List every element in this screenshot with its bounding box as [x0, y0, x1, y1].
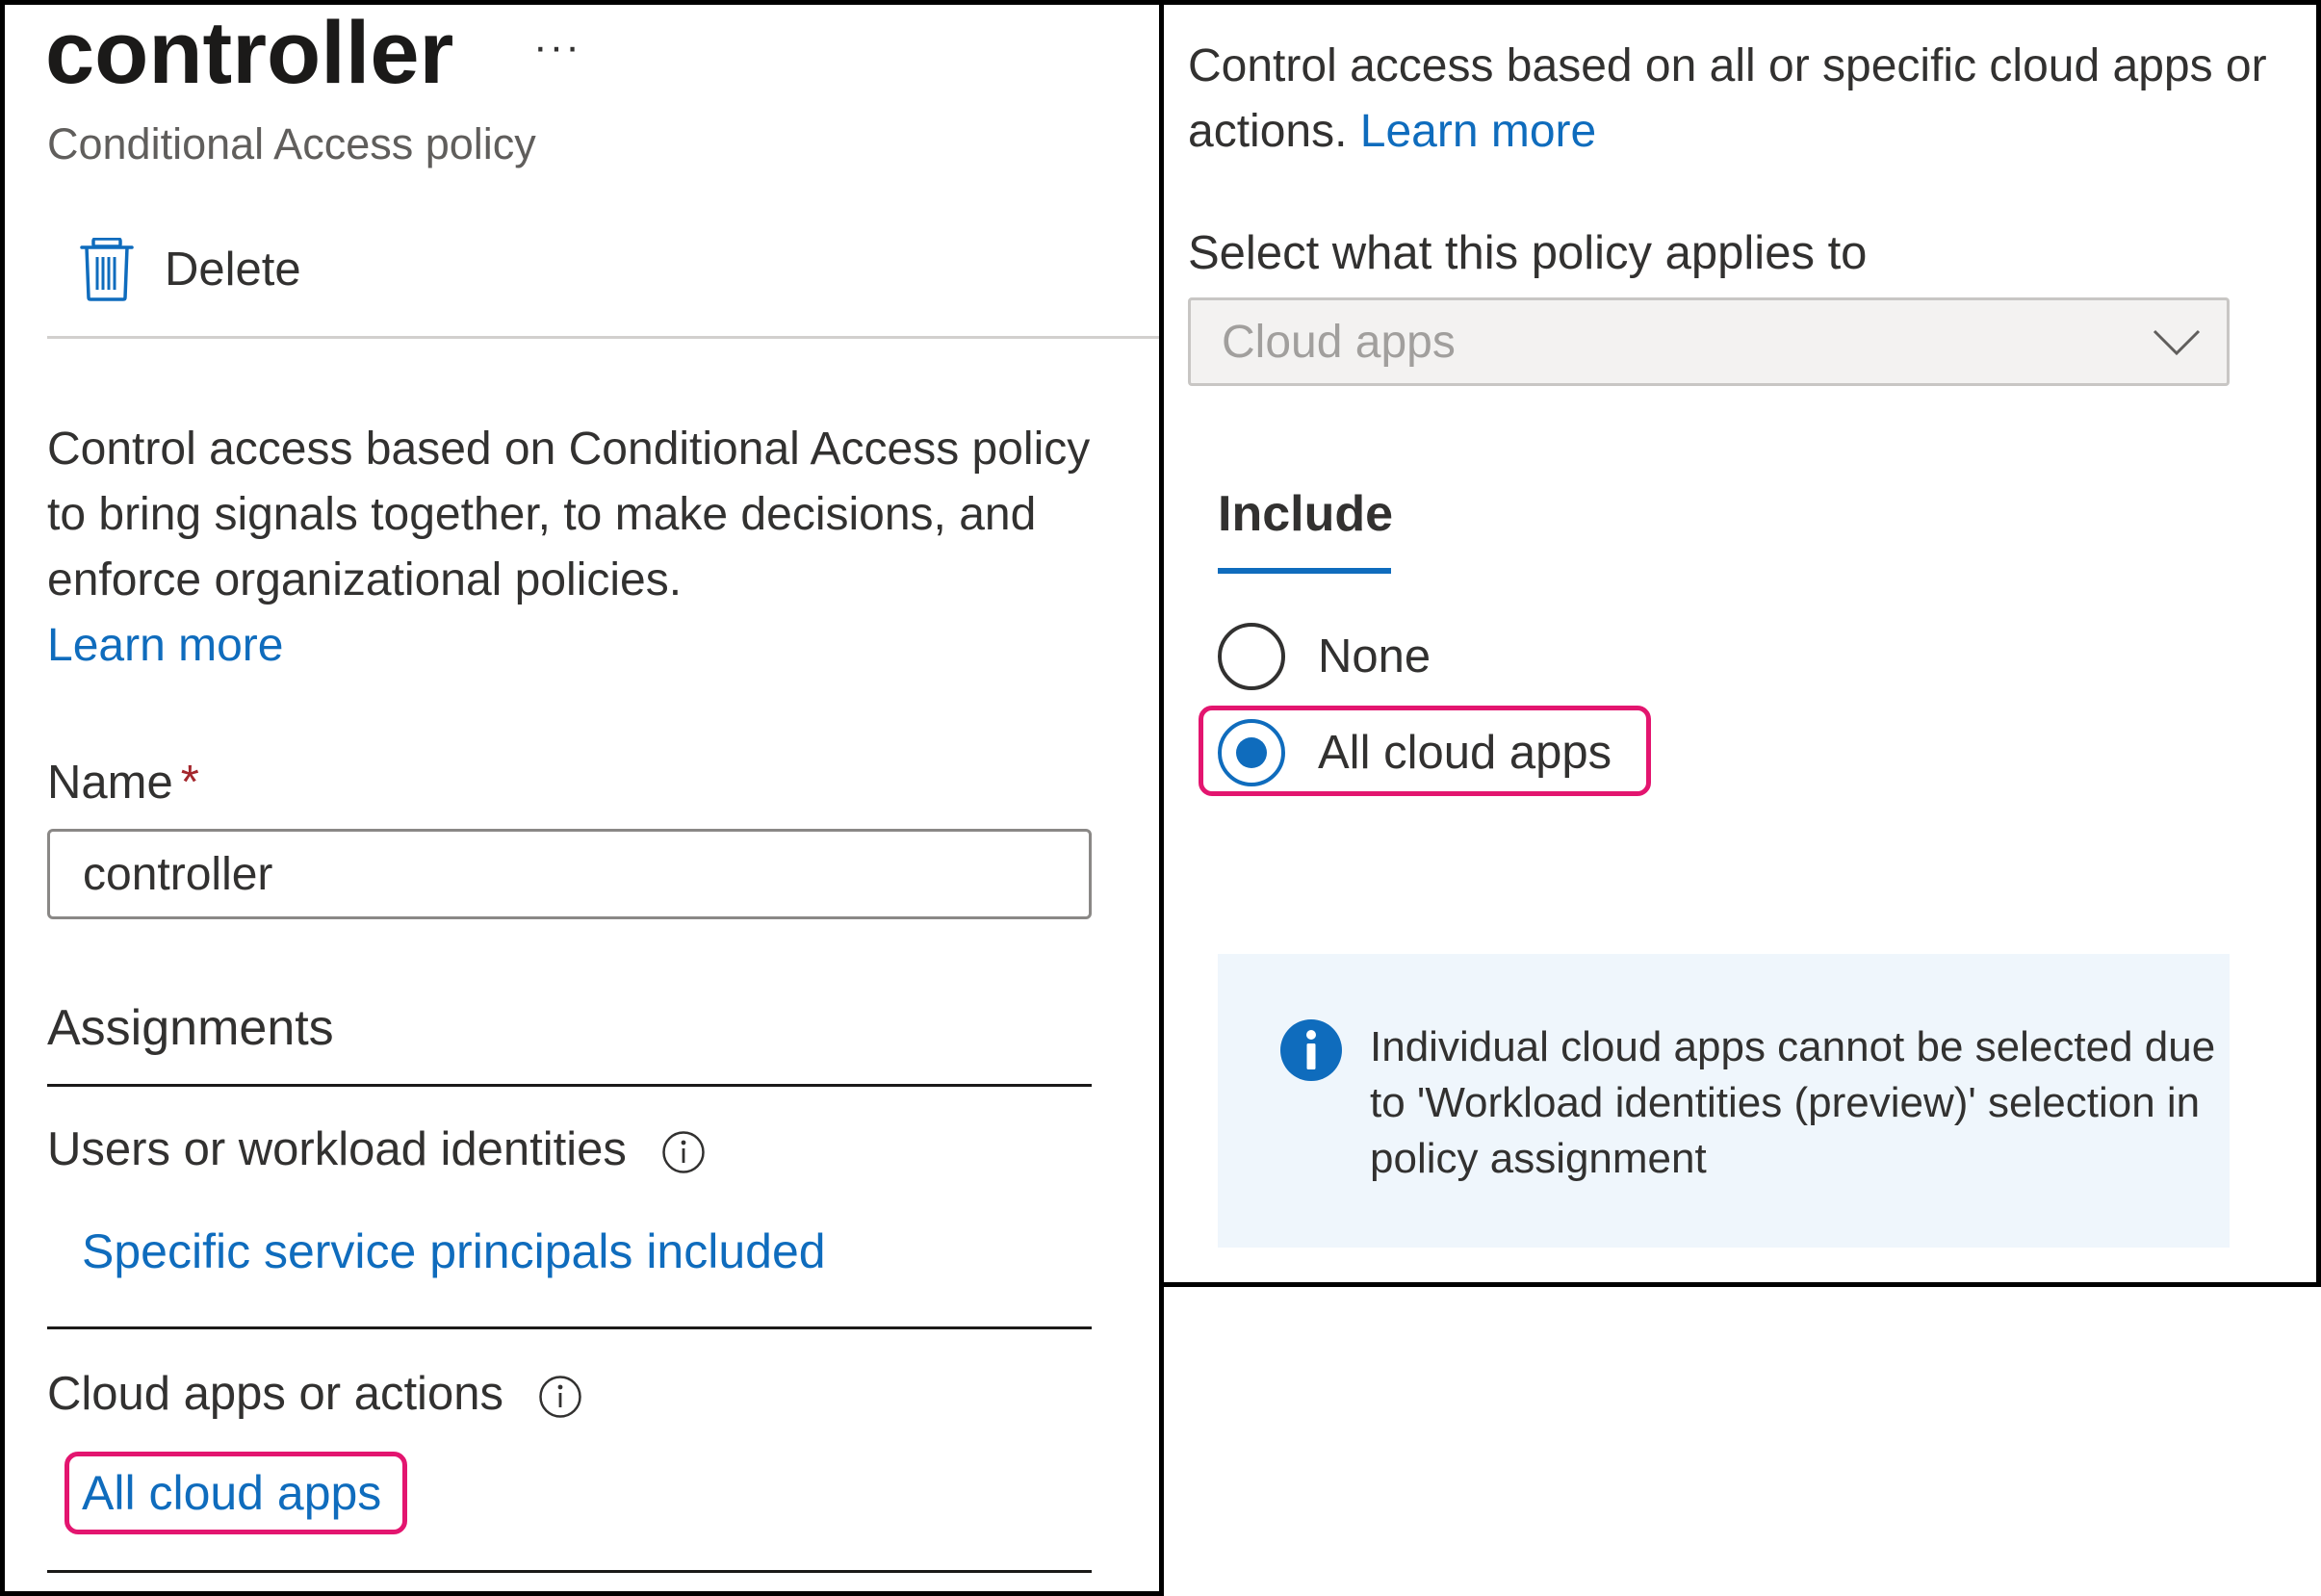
section-divider — [47, 1326, 1092, 1329]
info-icon — [1280, 1019, 1342, 1081]
learn-more-link[interactable]: Learn more — [1360, 106, 1596, 157]
radio-label: All cloud apps — [1318, 727, 1612, 779]
assignments-heading: Assignments — [47, 1000, 334, 1056]
cloud-apps-assignment-link[interactable]: All cloud apps — [82, 1461, 381, 1525]
radio-button-selected[interactable] — [1218, 719, 1285, 786]
section-divider — [47, 1084, 1092, 1087]
radio-button[interactable] — [1218, 623, 1285, 690]
radio-dot — [1236, 737, 1267, 768]
name-input[interactable] — [47, 829, 1092, 919]
info-outline-icon[interactable] — [538, 1372, 582, 1418]
tab-include[interactable]: Include — [1218, 480, 1393, 548]
cloud-apps-description: Control access based on all or specific … — [1188, 34, 2285, 165]
more-options-button[interactable]: ··· — [533, 26, 581, 68]
policy-description: Control access based on Conditional Acce… — [47, 424, 1091, 605]
applies-to-value: Cloud apps — [1222, 316, 1456, 368]
users-section-label: Users or workload identities — [47, 1118, 706, 1181]
radio-label: None — [1318, 631, 1431, 682]
learn-more-link[interactable]: Learn more — [47, 613, 283, 679]
policy-panel: controller ··· Conditional Access policy… — [0, 0, 1164, 1596]
name-field-label: Name * — [47, 750, 199, 815]
section-divider — [47, 1570, 1092, 1573]
name-label-text: Name — [47, 757, 173, 809]
toolbar-divider — [47, 336, 1159, 339]
applies-to-dropdown[interactable]: Cloud apps — [1188, 297, 2230, 386]
cloud-apps-label-text: Cloud apps or actions — [47, 1368, 503, 1420]
chevron-down-icon — [2153, 329, 2201, 356]
info-message-text: Individual cloud apps cannot be selected… — [1370, 1023, 2216, 1182]
delete-button-label: Delete — [165, 244, 301, 296]
applies-to-label: Select what this policy applies to — [1188, 227, 1868, 279]
users-assignment-link[interactable]: Specific service principals included — [82, 1220, 826, 1283]
cloud-apps-description-text: Control access based on all or specific … — [1188, 40, 2267, 157]
users-label-text: Users or workload identities — [47, 1123, 627, 1175]
delete-button[interactable]: Delete — [80, 236, 301, 303]
page-subtitle: Conditional Access policy — [47, 119, 536, 168]
info-outline-icon[interactable] — [661, 1127, 706, 1173]
info-message-box: Individual cloud apps cannot be selected… — [1218, 954, 2230, 1248]
page-title: controller — [45, 4, 454, 102]
radio-option-none[interactable]: None — [1218, 623, 1431, 690]
tab-active-indicator — [1218, 568, 1391, 574]
cloud-apps-panel: Control access based on all or specific … — [1159, 0, 2321, 1287]
trash-icon — [80, 237, 134, 301]
cloud-apps-section-label: Cloud apps or actions — [47, 1362, 582, 1426]
radio-option-all-cloud-apps[interactable]: All cloud apps — [1218, 719, 1612, 786]
required-marker: * — [180, 757, 199, 809]
